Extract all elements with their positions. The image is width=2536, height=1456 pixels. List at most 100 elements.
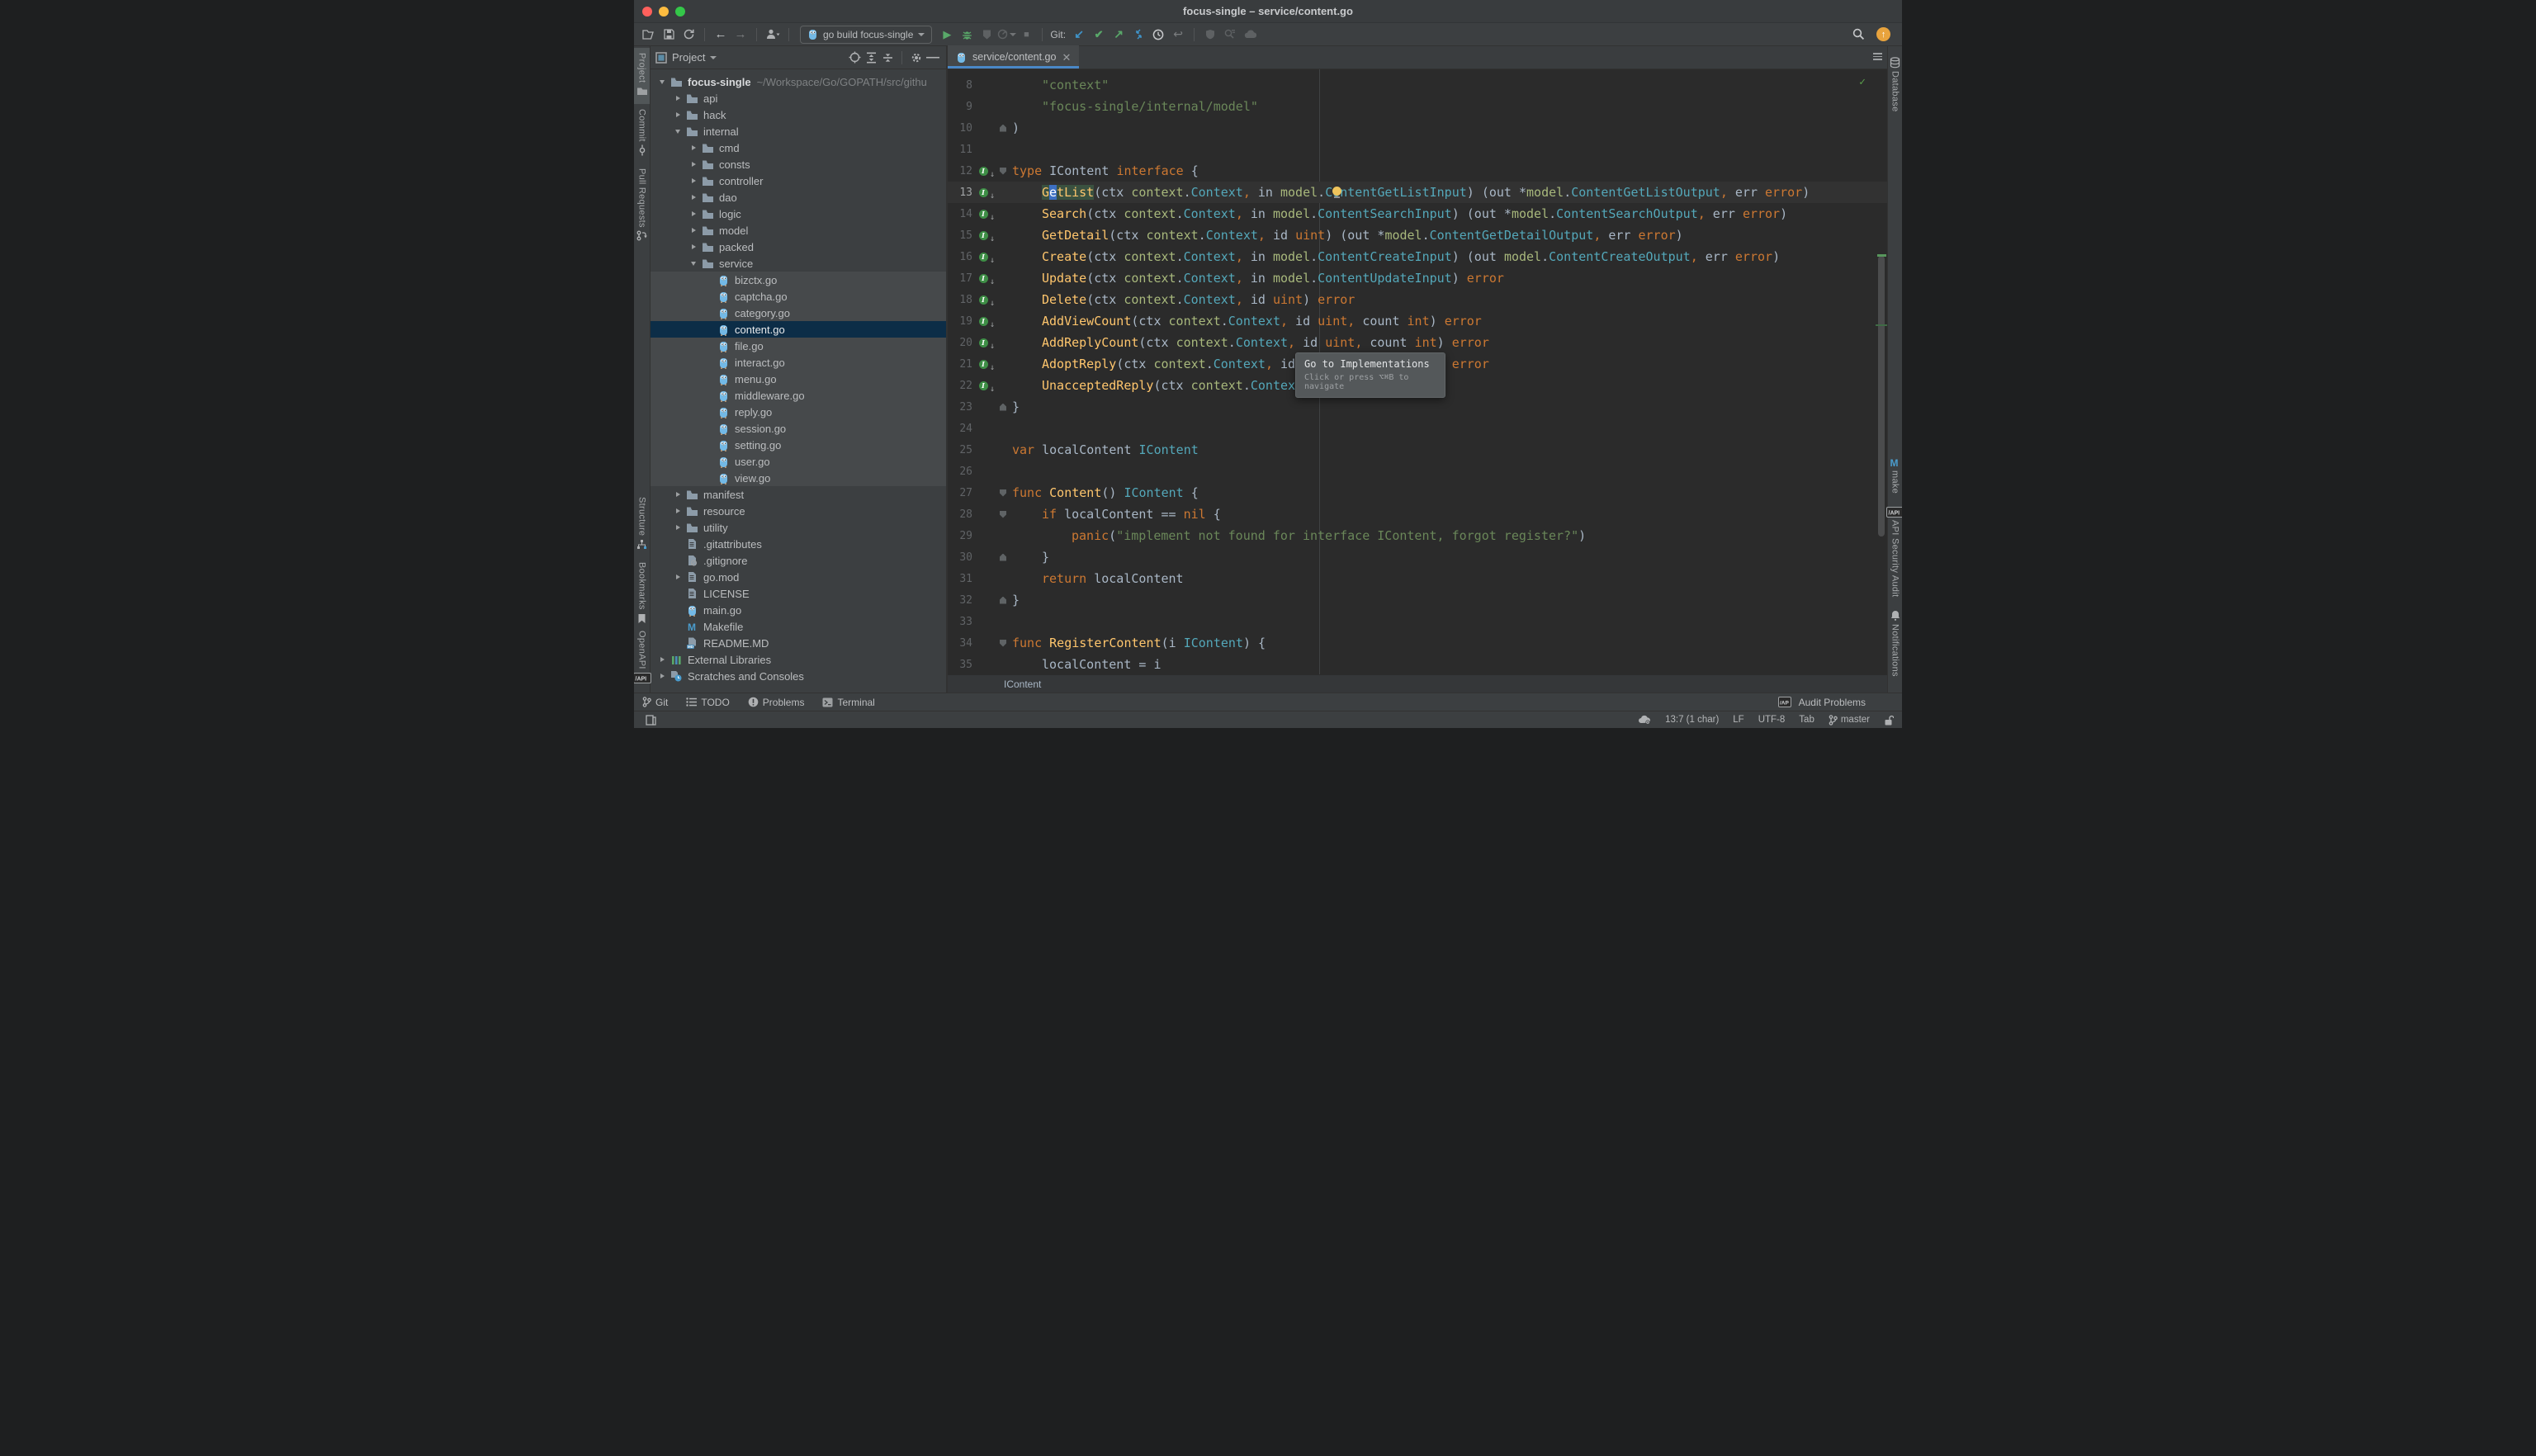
tree-item-captcha-go[interactable]: captcha.go bbox=[651, 288, 946, 305]
code-line-35[interactable]: 35localContent = i bbox=[948, 654, 1887, 674]
open-folder-icon[interactable] bbox=[640, 26, 658, 44]
update-project-icon[interactable]: ↙ bbox=[1070, 26, 1088, 44]
tool-stripe-openapi[interactable]: OpenAPI/API bbox=[634, 626, 650, 691]
tree-item-reply-go[interactable]: reply.go bbox=[651, 404, 946, 420]
chevron-right-icon[interactable] bbox=[671, 112, 684, 117]
tree-item-external-libraries[interactable]: External Libraries bbox=[651, 651, 946, 668]
code-line-24[interactable]: 24 bbox=[948, 418, 1887, 439]
tab-options-icon[interactable] bbox=[1873, 53, 1882, 60]
intention-bulb-icon[interactable] bbox=[1332, 187, 1341, 198]
code-line-31[interactable]: 31return localContent bbox=[948, 568, 1887, 589]
tree-item-category-go[interactable]: category.go bbox=[651, 305, 946, 321]
structural-search-icon[interactable] bbox=[1221, 26, 1239, 44]
code-line-13[interactable]: 13I↓GetList(ctx context.Context, in mode… bbox=[948, 182, 1887, 203]
status-master[interactable]: master bbox=[1829, 715, 1870, 726]
implemented-gutter-icon[interactable]: I↓ bbox=[972, 381, 994, 390]
tool-stripe-pull-requests[interactable]: Pull Requests bbox=[634, 163, 650, 249]
chevron-right-icon[interactable] bbox=[687, 145, 700, 150]
code-line-10[interactable]: 10) bbox=[948, 117, 1887, 139]
chevron-right-icon[interactable] bbox=[687, 228, 700, 233]
project-view-title[interactable]: Project bbox=[672, 51, 705, 64]
tree-item-setting-go[interactable]: setting.go bbox=[651, 437, 946, 453]
tree-item-manifest[interactable]: manifest bbox=[651, 486, 946, 503]
sync-icon[interactable] bbox=[679, 26, 698, 44]
code-line-27[interactable]: 27func Content() IContent { bbox=[948, 482, 1887, 503]
back-icon[interactable]: ← bbox=[712, 26, 730, 44]
tree-item-content-go[interactable]: content.go bbox=[651, 321, 946, 338]
editor-scrollbar[interactable] bbox=[1878, 256, 1885, 537]
cloud-gear-status[interactable] bbox=[1638, 715, 1651, 725]
code-line-25[interactable]: 25var localContent IContent bbox=[948, 439, 1887, 461]
fold-end-icon[interactable] bbox=[994, 597, 1012, 604]
toolwindow-button-audit-problems[interactable]: /APAudit Problems bbox=[1778, 697, 1866, 708]
tree-item-internal[interactable]: internal bbox=[651, 123, 946, 139]
user-profile-icon[interactable] bbox=[764, 26, 782, 44]
tool-stripe-bookmarks[interactable]: Bookmarks bbox=[634, 557, 650, 631]
implemented-gutter-icon[interactable]: I↓ bbox=[972, 338, 994, 347]
tree-item-consts[interactable]: consts bbox=[651, 156, 946, 173]
tree-item-menu-go[interactable]: menu.go bbox=[651, 371, 946, 387]
tree-item-interact-go[interactable]: interact.go bbox=[651, 354, 946, 371]
tree-item-service[interactable]: service bbox=[651, 255, 946, 272]
tree-item-makefile[interactable]: MMakefile bbox=[651, 618, 946, 635]
status-tab[interactable]: Tab bbox=[1799, 715, 1814, 725]
code-line-12[interactable]: 12I↓type IContent interface { bbox=[948, 160, 1887, 182]
rollback-icon[interactable]: ↩ bbox=[1169, 26, 1187, 44]
tree-item-dao[interactable]: dao bbox=[651, 189, 946, 206]
tree-item-user-go[interactable]: user.go bbox=[651, 453, 946, 470]
fold-start-icon[interactable] bbox=[994, 489, 1012, 497]
search-icon[interactable] bbox=[1849, 26, 1867, 44]
unlock-status[interactable] bbox=[1884, 715, 1894, 726]
code-line-18[interactable]: 18I↓Delete(ctx context.Context, id uint)… bbox=[948, 289, 1887, 310]
chevron-right-icon[interactable] bbox=[655, 674, 669, 678]
tree-item-readme-md[interactable]: MDREADME.MD bbox=[651, 635, 946, 651]
chevron-down-icon[interactable] bbox=[710, 56, 717, 59]
code-line-33[interactable]: 33 bbox=[948, 611, 1887, 632]
chevron-right-icon[interactable] bbox=[671, 525, 684, 530]
tree-item-file-go[interactable]: file.go bbox=[651, 338, 946, 354]
chevron-down-icon[interactable] bbox=[655, 80, 669, 84]
update-badge-icon[interactable]: ↑ bbox=[1876, 27, 1890, 41]
tree-item-focus-single[interactable]: focus-single~/Workspace/Go/GOPATH/src/gi… bbox=[651, 73, 946, 90]
tab-service-content-go[interactable]: service/content.go ✕ bbox=[948, 45, 1079, 69]
toolwindow-button-problems[interactable]: Problems bbox=[748, 697, 805, 708]
chevron-right-icon[interactable] bbox=[687, 211, 700, 216]
code-line-14[interactable]: 14I↓Search(ctx context.Context, in model… bbox=[948, 203, 1887, 225]
chevron-down-icon[interactable] bbox=[671, 130, 684, 134]
forward-icon[interactable]: → bbox=[731, 26, 750, 44]
chevron-right-icon[interactable] bbox=[687, 178, 700, 183]
tree-item-resource[interactable]: resource bbox=[651, 503, 946, 519]
tree-item-logic[interactable]: logic bbox=[651, 206, 946, 222]
code-line-29[interactable]: 29panic("implement not found for interfa… bbox=[948, 525, 1887, 546]
status-lf[interactable]: LF bbox=[1733, 715, 1744, 725]
coverage-icon[interactable] bbox=[977, 26, 996, 44]
code-line-34[interactable]: 34func RegisterContent(i IContent) { bbox=[948, 632, 1887, 654]
code-line-11[interactable]: 11 bbox=[948, 139, 1887, 160]
fold-end-icon[interactable] bbox=[994, 404, 1012, 411]
profiler-icon[interactable] bbox=[997, 26, 1015, 44]
code-line-23[interactable]: 23} bbox=[948, 396, 1887, 418]
implemented-gutter-icon[interactable]: I↓ bbox=[972, 253, 994, 262]
tree-item-model[interactable]: model bbox=[651, 222, 946, 239]
tool-stripe-api-security-audit[interactable]: API Security Audit/API bbox=[1888, 499, 1902, 602]
tool-stripe-make[interactable]: makeM bbox=[1888, 449, 1902, 499]
code-line-19[interactable]: 19I↓AddViewCount(ctx context.Context, id… bbox=[948, 310, 1887, 332]
code-editor[interactable]: 8"context"9"focus-single/internal/model"… bbox=[948, 69, 1887, 674]
chevron-right-icon[interactable] bbox=[671, 492, 684, 497]
code-line-17[interactable]: 17I↓Update(ctx context.Context, in model… bbox=[948, 267, 1887, 289]
implemented-gutter-icon[interactable]: I↓ bbox=[972, 231, 994, 240]
code-line-26[interactable]: 26 bbox=[948, 461, 1887, 482]
stop-icon[interactable]: ■ bbox=[1017, 26, 1035, 44]
debug-icon[interactable] bbox=[958, 26, 976, 44]
implemented-gutter-icon[interactable]: I↓ bbox=[972, 274, 994, 283]
fold-start-icon[interactable] bbox=[994, 511, 1012, 518]
save-icon[interactable] bbox=[660, 26, 678, 44]
fold-start-icon[interactable] bbox=[994, 640, 1012, 647]
tree-item-utility[interactable]: utility bbox=[651, 519, 946, 536]
tree-item-api[interactable]: api bbox=[651, 90, 946, 106]
code-line-15[interactable]: 15I↓GetDetail(ctx context.Context, id ui… bbox=[948, 225, 1887, 246]
toolwindow-button-todo[interactable]: TODO bbox=[686, 697, 729, 708]
hide-icon[interactable]: — bbox=[925, 50, 941, 66]
merge-icon[interactable] bbox=[1129, 26, 1147, 44]
tree-item-scratches-and-consoles[interactable]: Scratches and Consoles bbox=[651, 668, 946, 684]
